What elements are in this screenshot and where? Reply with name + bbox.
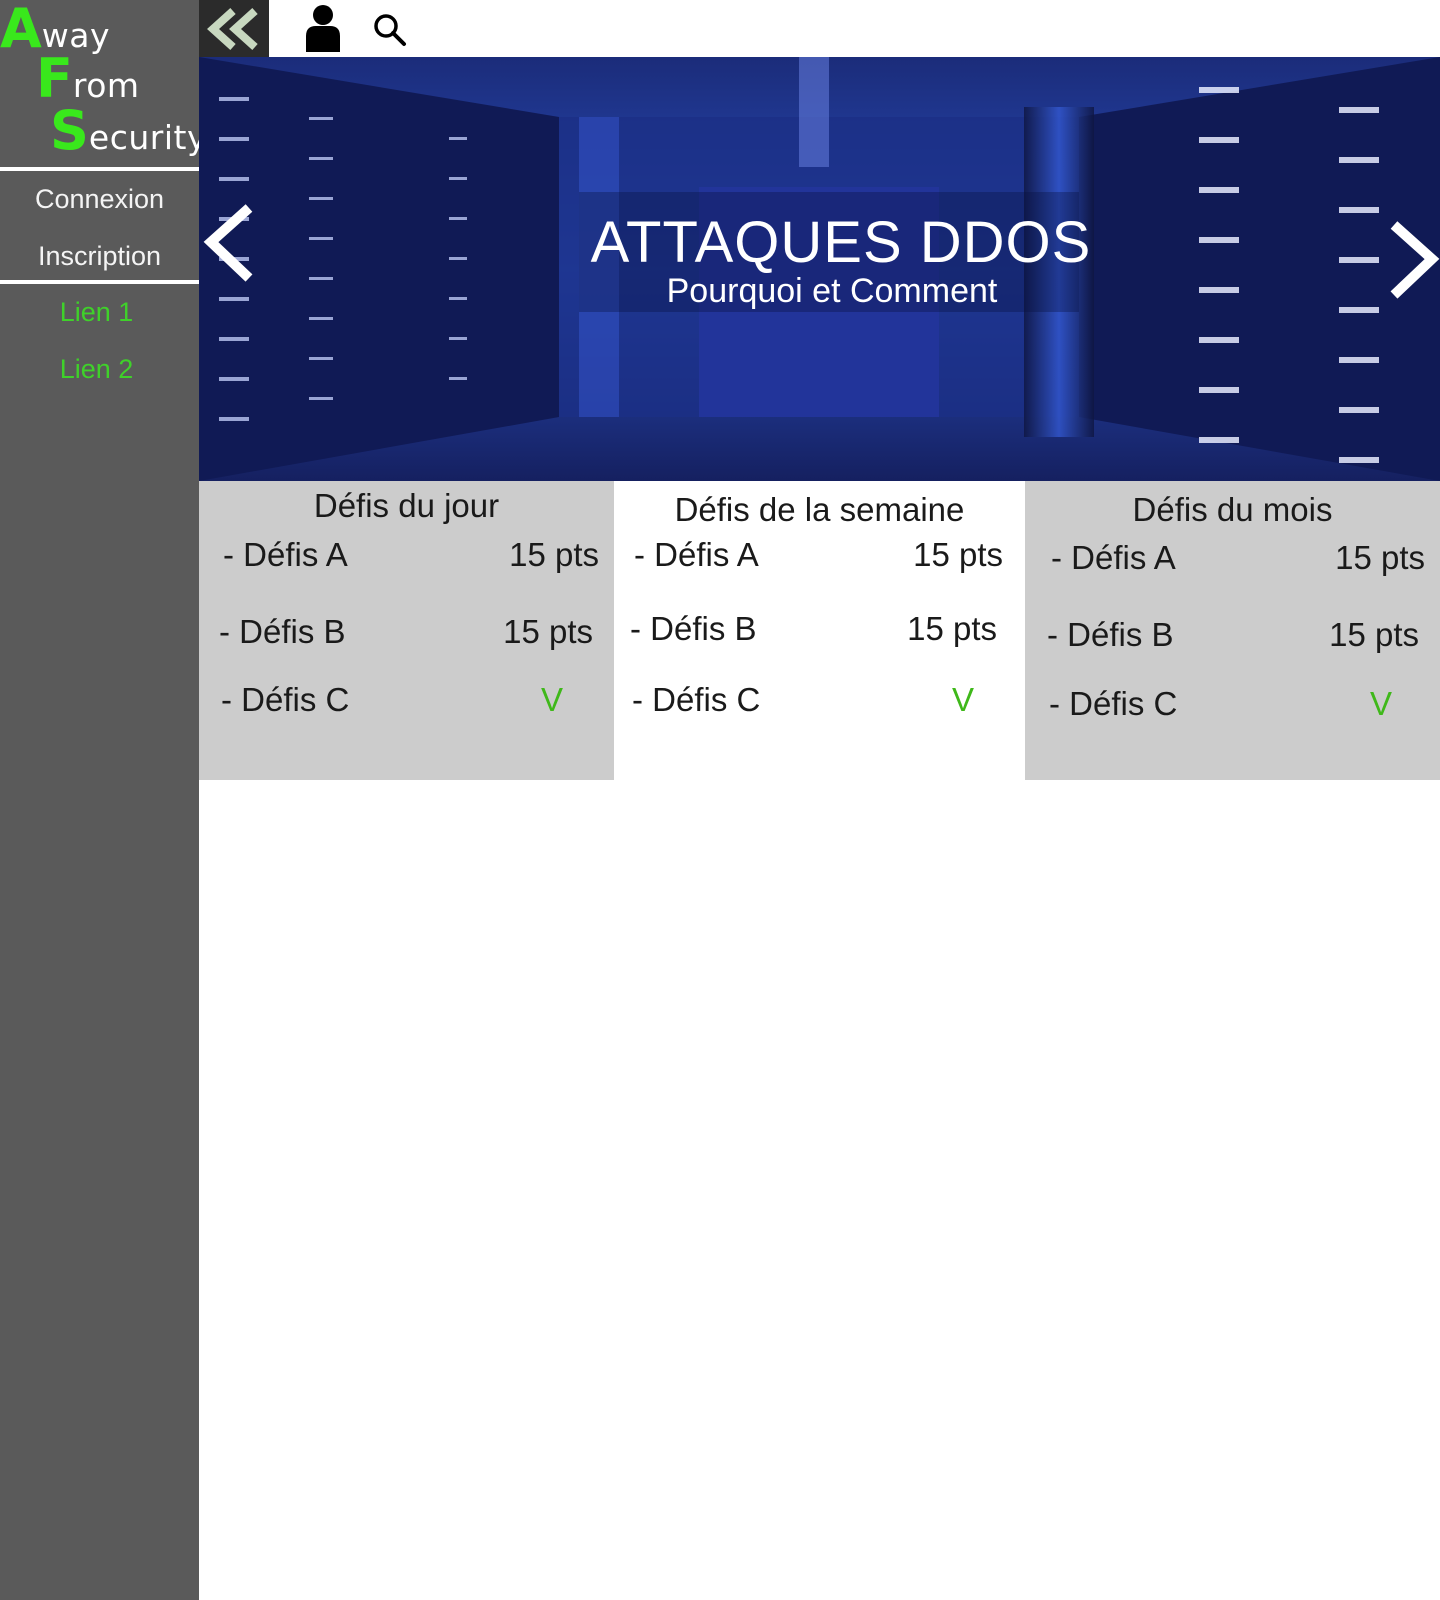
sidebar: Away From Security Connexion Inscription…	[0, 0, 206, 1600]
challenge-c-completed-check: V	[952, 681, 975, 718]
chevron-right-icon	[1390, 221, 1440, 299]
challenge-b-label[interactable]: - Défis B	[219, 613, 346, 651]
user-account-button[interactable]	[303, 4, 343, 52]
sidebar-divider-bottom	[0, 280, 199, 284]
panel-title: Défis de la semaine	[674, 491, 965, 528]
challenge-c-label[interactable]: - Défis C	[1049, 685, 1177, 723]
sidebar-item-connexion[interactable]: Connexion	[0, 184, 199, 215]
challenge-a-label[interactable]: - Défis A	[1051, 539, 1176, 577]
panel-title: Défis du jour	[313, 487, 500, 524]
panel-weekly-challenges: Défis de la semaine - Défis A 15 pts - D…	[614, 481, 1025, 780]
challenge-c-label[interactable]: - Défis C	[632, 681, 760, 719]
search-icon	[374, 14, 406, 46]
challenge-a-points: 15 pts	[1335, 539, 1425, 576]
logo-word-security: ecurity	[88, 118, 207, 157]
hero-banner: ATTAQUES DDOS Pourquoi et Comment	[199, 57, 1440, 481]
sidebar-item-inscription[interactable]: Inscription	[0, 241, 199, 272]
challenge-b-label[interactable]: - Défis B	[630, 610, 757, 648]
challenge-b-points: 15 pts	[1329, 616, 1419, 653]
hero-title: ATTAQUES DDOS	[590, 210, 1092, 275]
challenge-b-label[interactable]: - Défis B	[1047, 616, 1174, 654]
sidebar-item-lien-2[interactable]: Lien 2	[0, 354, 196, 385]
double-chevron-left-icon	[207, 7, 258, 50]
logo-line-security: Security	[50, 104, 207, 158]
sidebar-divider-top	[0, 167, 199, 171]
challenge-c-completed-check: V	[541, 681, 564, 718]
challenge-c-completed-check: V	[1370, 685, 1393, 722]
panel-monthly-challenges: Défis du mois - Défis A 15 pts - Défis B…	[1025, 481, 1440, 780]
sidebar-item-lien-1[interactable]: Lien 1	[0, 297, 196, 328]
carousel-next-button[interactable]	[1370, 217, 1440, 317]
challenge-a-label[interactable]: - Défis A	[634, 536, 759, 574]
collapse-sidebar-button[interactable]	[199, 0, 269, 57]
user-icon	[306, 5, 340, 52]
top-bar	[199, 0, 1440, 57]
hero-subtitle: Pourquoi et Comment	[666, 272, 998, 310]
challenge-b-points: 15 pts	[907, 610, 997, 647]
challenge-c-label[interactable]: - Défis C	[221, 681, 349, 719]
challenge-a-points: 15 pts	[509, 536, 599, 573]
logo-line-from: From	[36, 52, 140, 106]
challenge-a-label[interactable]: - Défis A	[223, 536, 348, 574]
challenge-a-points: 15 pts	[913, 536, 1003, 573]
panel-daily-challenges: Défis du jour - Défis A 15 pts - Défis B…	[199, 481, 614, 780]
search-button[interactable]	[372, 12, 408, 48]
logo[interactable]: Away From Security	[0, 0, 206, 164]
panel-title: Défis du mois	[1132, 491, 1333, 528]
logo-initial-s: S	[50, 99, 89, 162]
challenge-b-points: 15 pts	[503, 613, 593, 650]
